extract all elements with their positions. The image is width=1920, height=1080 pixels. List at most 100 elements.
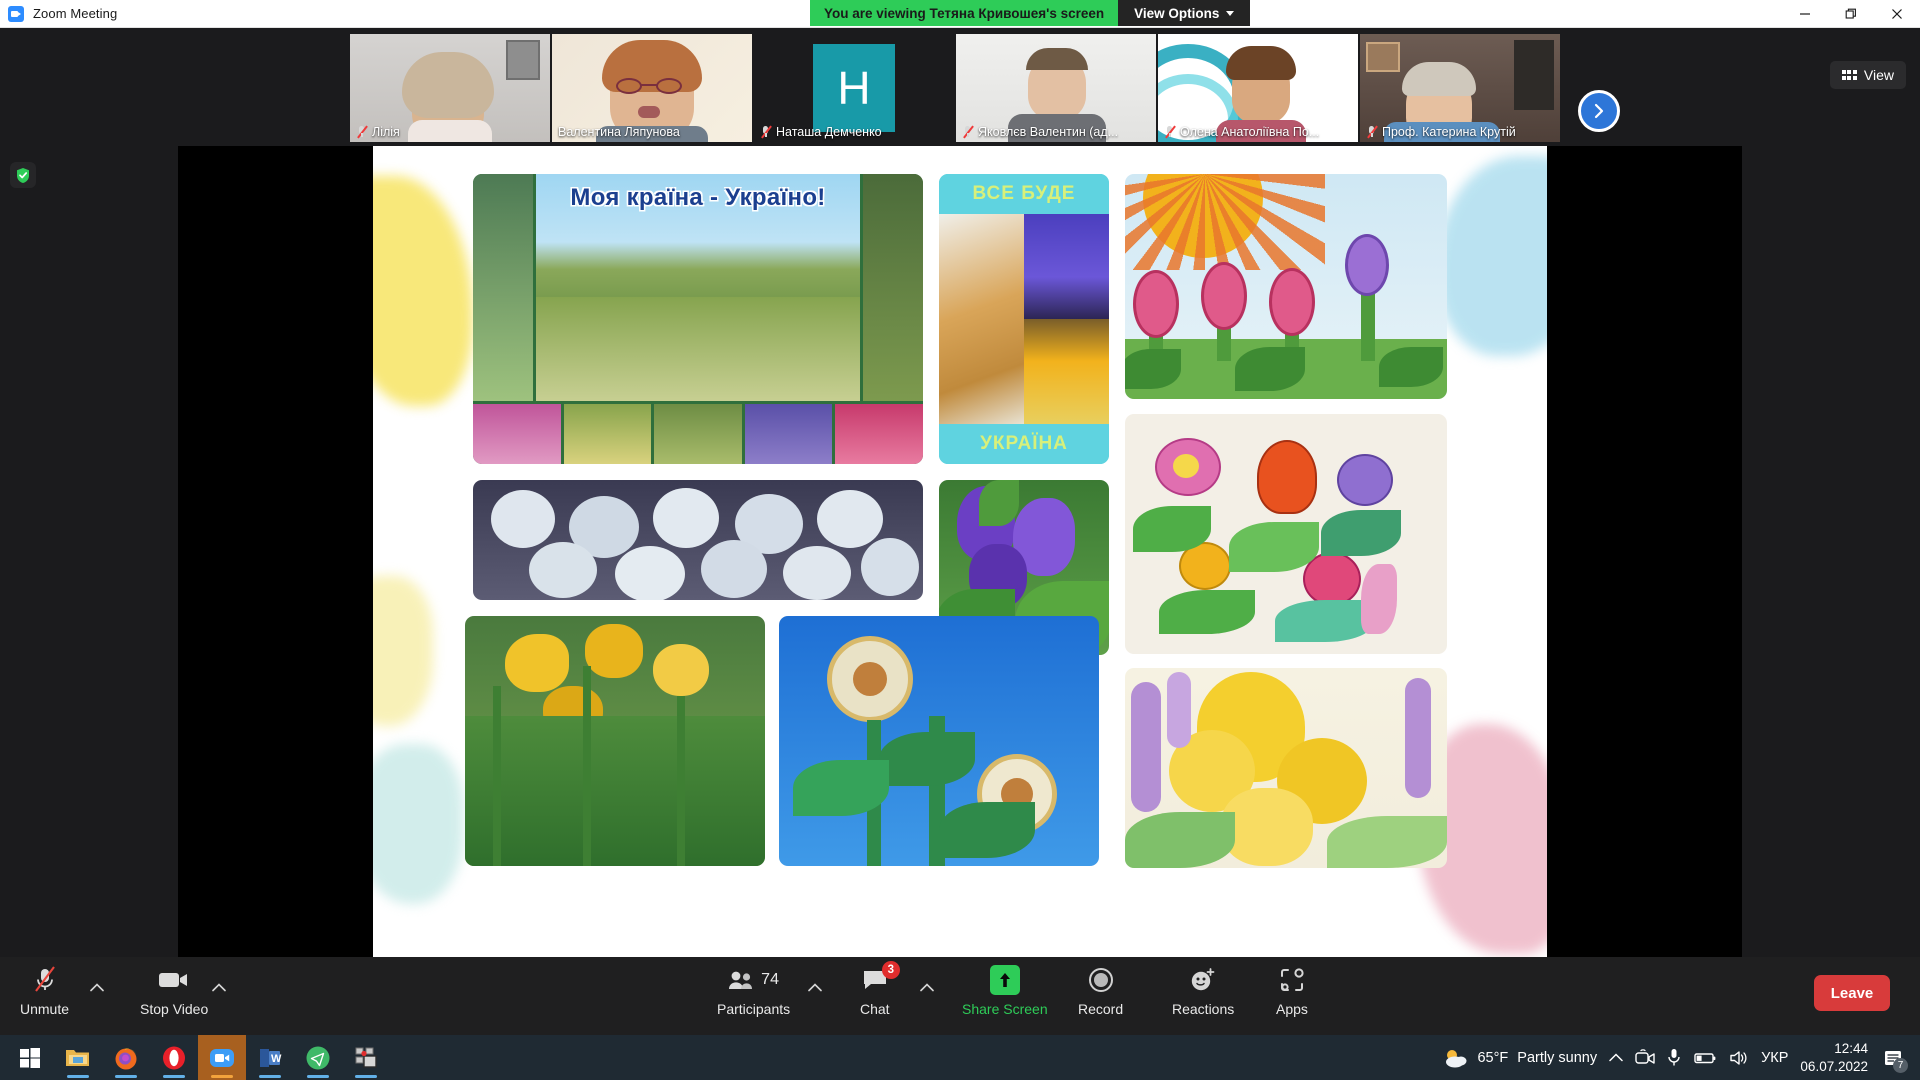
participant-name-bar: Яковлєв Валентин (ад... (956, 122, 1156, 142)
chevron-up-icon (808, 983, 822, 992)
photo-wheat (939, 214, 1024, 424)
windows-icon (20, 1047, 40, 1068)
microphone-tray-icon[interactable] (1667, 1048, 1681, 1067)
window-title: Zoom Meeting (33, 6, 118, 21)
participant-thumbnail[interactable]: Лілія (350, 34, 550, 142)
record-icon (1088, 965, 1114, 995)
chevron-right-icon (1594, 103, 1604, 119)
mute-label: Unmute (20, 1001, 70, 1017)
participant-thumbnail-active[interactable]: Валентина Ляпунова (552, 34, 752, 142)
video-options-chevron[interactable] (212, 979, 226, 997)
next-participants-button[interactable] (1578, 90, 1620, 132)
camera-tray-icon[interactable] (1635, 1048, 1655, 1067)
apps-button[interactable]: Apps (1276, 965, 1308, 1027)
participant-thumbnail[interactable]: Н Наташа Демченко (754, 34, 954, 142)
start-button[interactable] (6, 1035, 54, 1080)
participants-options-chevron[interactable] (808, 979, 822, 997)
photo-white-blossoms (473, 480, 923, 600)
shared-slide: Моя країна - Україно! ВСЕ БУДЕ УКРАЇНА (373, 146, 1547, 964)
participant-name: Наташа Демченко (776, 125, 882, 139)
volume-icon[interactable] (1729, 1049, 1749, 1067)
participant-name-bar: Наташа Демченко (754, 122, 954, 142)
firefox-button[interactable] (102, 1035, 150, 1080)
weather-widget[interactable]: 65°F Partly sunny (1442, 1047, 1597, 1069)
word-button[interactable]: W (246, 1035, 294, 1080)
language-indicator[interactable]: УКР (1761, 1050, 1788, 1066)
camera-icon (158, 965, 190, 995)
opera-button[interactable] (150, 1035, 198, 1080)
meeting-toolbar: Unmute Stop Video 74 Participants 3 Chat… (0, 957, 1920, 1035)
chevron-down-icon (1226, 10, 1235, 16)
screenshot-tool-button[interactable] (342, 1035, 390, 1080)
participants-label: Participants (717, 1001, 791, 1017)
watercolor-accent (373, 744, 463, 904)
mute-button[interactable]: Unmute (20, 965, 69, 1027)
participant-name-bar: Валентина Ляпунова (552, 122, 752, 142)
battery-icon[interactable] (1693, 1051, 1717, 1065)
capture-icon (355, 1047, 377, 1068)
chat-options-chevron[interactable] (920, 979, 934, 997)
chat-icon: 3 (862, 961, 900, 995)
svg-text:W: W (271, 1053, 282, 1065)
participant-name: Олена Анатоліївна По... (1180, 125, 1320, 139)
close-icon[interactable] (1874, 0, 1920, 28)
chat-button[interactable]: 3 Chat (860, 961, 900, 1027)
participant-thumbnail[interactable]: Яковлєв Валентин (ад... (956, 34, 1156, 142)
participant-name: Проф. Катерина Крутій (1382, 125, 1516, 139)
telegram-button[interactable] (294, 1035, 342, 1080)
reactions-button[interactable]: Reactions (1172, 965, 1234, 1027)
chevron-up-icon (920, 983, 934, 992)
participant-name: Валентина Ляпунова (558, 125, 680, 139)
collage-photos (939, 214, 1109, 424)
view-options-button[interactable]: View Options (1118, 0, 1251, 26)
photo-yellow-irises (465, 616, 765, 866)
mic-muted-icon (356, 125, 368, 139)
photo-yellow-flowers (1024, 319, 1109, 424)
drawing-sun-tulips (1125, 174, 1447, 399)
windows-taskbar: W 65°F Partly sunny УКР 12:44 06.07.2022… (0, 1035, 1920, 1080)
participant-name: Яковлєв Валентин (ад... (978, 125, 1119, 139)
weather-desc: Partly sunny (1517, 1049, 1598, 1066)
file-explorer-button[interactable] (54, 1035, 102, 1080)
telegram-icon (306, 1046, 330, 1069)
participant-name-bar: Лілія (350, 122, 550, 142)
mic-muted-icon (760, 125, 772, 139)
firefox-icon (115, 1048, 137, 1069)
system-tray: 65°F Partly sunny УКР 12:44 06.07.2022 7 (1442, 1040, 1920, 1075)
clock-time: 12:44 (1834, 1041, 1868, 1057)
clock[interactable]: 12:44 06.07.2022 (1800, 1040, 1868, 1075)
photo-tile (863, 174, 923, 401)
chevron-up-icon (1609, 1053, 1623, 1062)
view-button-label: View (1863, 67, 1894, 83)
word-icon: W (260, 1048, 282, 1067)
encryption-shield-icon[interactable] (10, 162, 36, 188)
minimize-icon[interactable] (1782, 0, 1828, 28)
zoom-taskbar-button[interactable] (198, 1035, 246, 1080)
share-screen-button[interactable]: Share Screen (962, 965, 1048, 1027)
tray-expand-button[interactable] (1609, 1053, 1623, 1062)
opera-icon (163, 1046, 185, 1069)
participant-thumbnail[interactable]: Олена Анатоліївна По... (1158, 34, 1358, 142)
screen-share-banner: You are viewing Тетяна Кривошея's screen… (810, 0, 1251, 26)
collage-my-country: Моя країна - Україно! (473, 174, 923, 464)
notifications-button[interactable]: 7 (1880, 1045, 1908, 1073)
reactions-label: Reactions (1172, 1001, 1235, 1017)
view-layout-button[interactable]: View (1829, 61, 1906, 89)
participant-filmstrip: Лілія Валентина Ляпунова Н Наташа Демчен… (0, 28, 1920, 146)
participants-button[interactable]: 74 Participants (717, 965, 790, 1027)
audio-options-chevron[interactable] (90, 979, 104, 997)
shared-screen-stage[interactable]: Моя країна - Україно! ВСЕ БУДЕ УКРАЇНА (178, 146, 1742, 964)
leave-button[interactable]: Leave (1814, 975, 1890, 1011)
view-options-label: View Options (1134, 5, 1220, 21)
stop-video-button[interactable]: Stop Video (140, 965, 208, 1027)
viewing-label: You are viewing Тетяна Кривошея's screen (810, 0, 1119, 26)
record-button[interactable]: Record (1078, 965, 1123, 1027)
video-label: Stop Video (140, 1001, 209, 1017)
participant-thumbnail[interactable]: Проф. Катерина Крутій (1360, 34, 1560, 142)
participant-name: Лілія (372, 125, 400, 139)
weather-temp: 65°F (1477, 1049, 1509, 1066)
restore-icon[interactable] (1828, 0, 1874, 28)
chat-unread-badge: 3 (881, 961, 900, 979)
banner-bottom-text: УКРАЇНА (939, 424, 1109, 464)
watercolor-accent (373, 176, 473, 406)
